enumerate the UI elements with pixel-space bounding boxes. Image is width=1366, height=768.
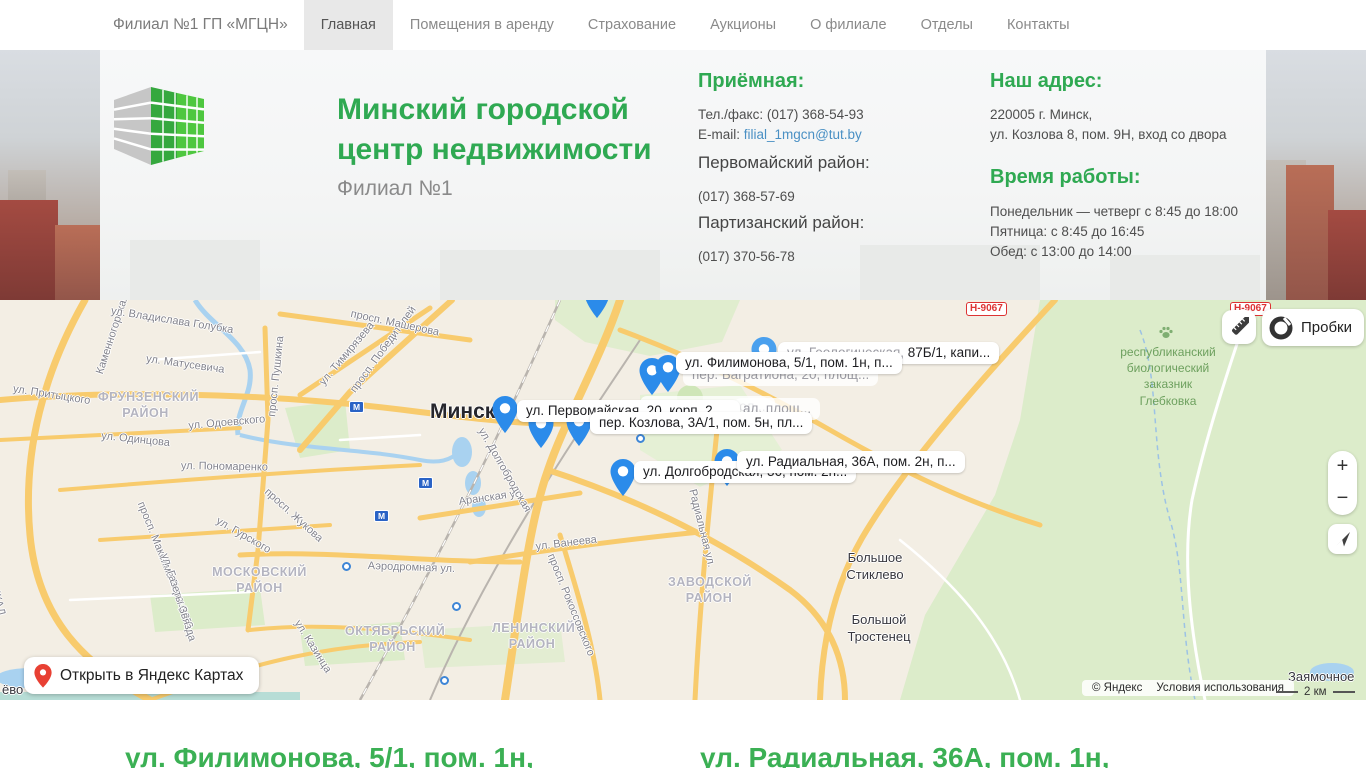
- partizansky-phone: (017) 370-56-78: [698, 249, 795, 264]
- zoom-control: + −: [1328, 451, 1357, 515]
- reception-phone: Тел./факс: (017) 368-54-93: [698, 107, 864, 122]
- district-label-moskovsky: МОСКОВСКИЙ РАЙОН: [212, 565, 307, 596]
- city-photo-left: [0, 50, 100, 300]
- address-line1: 220005 г. Минск,: [990, 107, 1092, 122]
- yandex-pin-icon: [34, 664, 52, 688]
- listing-label-kozlova[interactable]: пер. Козлова, 3А/1, пом. 5н, пл...: [590, 412, 812, 434]
- metro-icon: М: [374, 510, 389, 522]
- map-dot: [440, 676, 449, 685]
- nature-reserve-label: республиканский биологический заказник Г…: [1108, 344, 1228, 409]
- org-title-line2: центр недвижимости: [337, 130, 652, 170]
- map-dot: [452, 602, 461, 611]
- map-pin[interactable]: [584, 300, 610, 319]
- brand: Филиал №1 ГП «МГЦН»: [113, 0, 288, 50]
- listing-label-radialnaya[interactable]: ул. Радиальная, 36А, пом. 2н, п...: [737, 451, 965, 473]
- district-label-oktyabrsky: ОКТЯБРЬСКИЙ РАЙОН: [345, 624, 440, 655]
- scale-label: 2 км: [1304, 686, 1327, 698]
- nav-item-aukciony[interactable]: Аукционы: [693, 0, 793, 50]
- map-dot: [342, 562, 351, 571]
- listing-title-radialnaya[interactable]: ул. Радиальная, 36А, пом. 1н, площадью: [700, 742, 1260, 768]
- scale-line: [1333, 691, 1355, 693]
- map-scale: 2 км: [1276, 686, 1355, 698]
- open-in-yandex-maps-button[interactable]: Открыть в Яндекс Картах: [24, 657, 259, 694]
- ruler-button[interactable]: [1222, 310, 1256, 344]
- email-label: E-mail:: [698, 127, 740, 142]
- listing-title-filimonova[interactable]: ул. Филимонова, 5/1, пом. 1н, площадью: [125, 742, 685, 768]
- listing-label-filimonova[interactable]: ул. Филимонова, 5/1, пом. 1н, п...: [676, 352, 902, 374]
- hours-line1: Понедельник — четверг с 8:45 до 18:00: [990, 204, 1238, 219]
- terms-of-use-link[interactable]: Условия использования: [1156, 682, 1284, 694]
- nav-item-pomeshcheniya[interactable]: Помещения в аренду: [393, 0, 571, 50]
- place-label-evo: ёво: [2, 682, 23, 699]
- nav-item-kontakty[interactable]: Контакты: [990, 0, 1087, 50]
- geolocation-button[interactable]: [1328, 524, 1357, 554]
- zoom-out-button[interactable]: −: [1328, 483, 1357, 515]
- place-label-trostenec: Большой Тростенец: [838, 612, 920, 646]
- district-label-zavodskoy: ЗАВОДСКОЙ РАЙОН: [668, 575, 750, 606]
- header: Минский городской центр недвижимости Фил…: [0, 50, 1366, 300]
- pervomaysky-heading: Первомайский район:: [698, 153, 870, 173]
- top-nav: Филиал №1 ГП «МГЦН» Главная Помещения в …: [0, 0, 1366, 50]
- traffic-label: Пробки: [1301, 319, 1352, 336]
- hours-line3: Обед: с 13:00 до 14:00: [990, 244, 1132, 259]
- zoom-in-button[interactable]: +: [1328, 451, 1357, 483]
- address-heading: Наш адрес:: [990, 70, 1102, 93]
- org-title: Минский городской центр недвижимости: [337, 90, 652, 170]
- road-badge: Н-9067: [966, 302, 1007, 316]
- email-link[interactable]: filial_1mgcn@tut.by: [744, 127, 862, 142]
- map-dot: [636, 434, 645, 443]
- map-pin[interactable]: [492, 396, 518, 434]
- partizansky-heading: Партизанский район:: [698, 213, 864, 233]
- city-label-minsk: Минск: [430, 400, 495, 424]
- open-in-yandex-maps-label: Открыть в Яндекс Картах: [60, 667, 243, 685]
- paw-icon: [1158, 325, 1174, 340]
- page: Филиал №1 ГП «МГЦН» Главная Помещения в …: [0, 0, 1366, 768]
- metro-icon: М: [349, 401, 364, 413]
- org-title-line1: Минский городской: [337, 90, 652, 130]
- geolocation-icon: [1335, 531, 1351, 547]
- place-label-zayamochnoe: Заямочное: [1288, 669, 1354, 686]
- header-banner: Минский городской центр недвижимости Фил…: [100, 50, 1266, 300]
- place-label-stiklevo: Большое Стиклево: [836, 550, 914, 584]
- scale-line: [1276, 691, 1298, 693]
- listing-label-main-part: 87Б/1, капи...: [908, 345, 990, 360]
- nav-item-otdely[interactable]: Отделы: [904, 0, 990, 50]
- yandex-copyright-link[interactable]: © Яндекс: [1092, 682, 1142, 694]
- hours-line2: Пятница: с 8:45 до 16:45: [990, 224, 1144, 239]
- map-attribution: © Яндекс Условия использования: [1082, 680, 1294, 696]
- district-label-leninsky: ЛЕНИНСКИЙ РАЙОН: [492, 621, 572, 652]
- reception-heading: Приёмная:: [698, 70, 804, 93]
- traffic-icon: [1268, 315, 1294, 341]
- nav-item-strahovanie[interactable]: Страхование: [571, 0, 693, 50]
- street-label: ул. Пономаренко: [181, 460, 268, 474]
- branch-subtitle: Филиал №1: [337, 177, 453, 201]
- nav-item-o-filiale[interactable]: О филиале: [793, 0, 904, 50]
- address-line2: ул. Козлова 8, пом. 9Н, вход со двора: [990, 127, 1226, 142]
- district-label-frunzensky: ФРУНЗЕНСКИЙ РАЙОН: [98, 390, 193, 421]
- email-line: E-mail: filial_1mgcn@tut.by: [698, 127, 862, 142]
- yandex-map[interactable]: Каменногорская ул. Владислава Голубка ул…: [0, 300, 1366, 700]
- metro-icon: М: [418, 477, 433, 489]
- traffic-button[interactable]: Пробки: [1262, 309, 1364, 346]
- pervomaysky-phone: (017) 368-57-69: [698, 189, 795, 204]
- listings-section: ул. Филимонова, 5/1, пом. 1н, площадью у…: [0, 700, 1366, 768]
- ruler-icon: [1229, 317, 1249, 337]
- map-pin[interactable]: [610, 459, 636, 497]
- nav-item-glavnaya[interactable]: Главная: [304, 0, 393, 50]
- hours-heading: Время работы:: [990, 166, 1141, 189]
- city-photo-right: [1266, 50, 1366, 300]
- company-logo: [113, 86, 205, 168]
